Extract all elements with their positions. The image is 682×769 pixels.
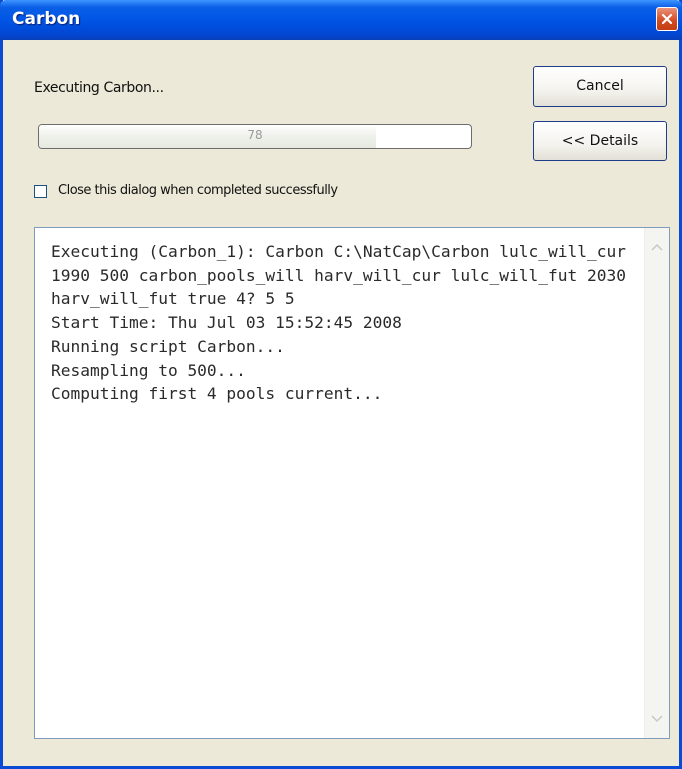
- close-icon: [661, 13, 673, 25]
- log-output[interactable]: Executing (Carbon_1): Carbon C:\NatCap\C…: [34, 227, 670, 739]
- details-button[interactable]: << Details: [533, 121, 667, 161]
- title-bar[interactable]: Carbon: [0, 0, 682, 40]
- vertical-scrollbar[interactable]: [644, 228, 669, 738]
- progress-bar: 78: [38, 124, 472, 149]
- status-label: Executing Carbon...: [34, 80, 164, 96]
- close-on-complete-checkbox[interactable]: [34, 185, 47, 198]
- log-line: Start Time: Thu Jul 03 15:52:45 2008: [51, 313, 402, 333]
- log-line: Resampling to 500...: [51, 360, 246, 380]
- scroll-up-icon[interactable]: [650, 242, 664, 252]
- log-text-area: Executing (Carbon_1): Carbon C:\NatCap\C…: [51, 240, 631, 406]
- scroll-down-icon[interactable]: [650, 714, 664, 724]
- close-button[interactable]: [656, 7, 678, 31]
- log-line: Computing first 4 pools current...: [51, 384, 383, 404]
- window-title: Carbon: [12, 9, 81, 29]
- progress-text: 78: [247, 128, 263, 142]
- close-on-complete-label[interactable]: Close this dialog when completed success…: [58, 183, 338, 198]
- log-line: Running script Carbon...: [51, 336, 285, 356]
- cancel-button[interactable]: Cancel: [533, 66, 667, 107]
- dialog-window: Carbon Executing Carbon... Cancel 78 << …: [0, 0, 682, 769]
- log-line: Executing (Carbon_1): Carbon C:\NatCap\C…: [51, 242, 636, 309]
